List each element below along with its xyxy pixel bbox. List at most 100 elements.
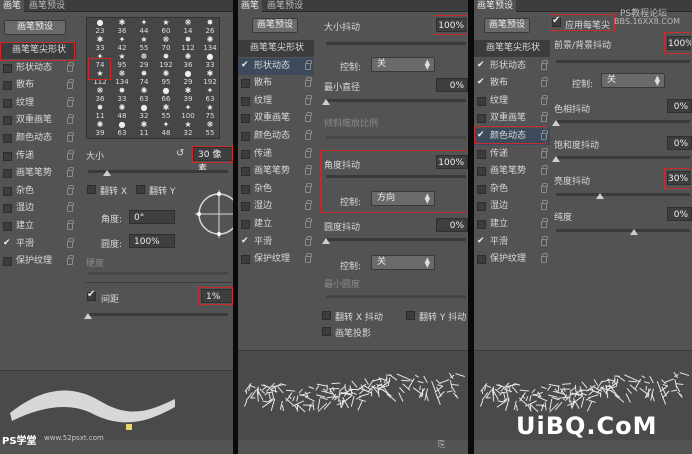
setting-checkbox[interactable] [241, 79, 250, 89]
saturation-jitter-input[interactable]: 0% [667, 136, 692, 150]
roundness-jitter-thumb[interactable] [322, 238, 330, 244]
brush-setting-item[interactable]: 散布 [238, 75, 314, 92]
brush-setting-item[interactable]: 形状动态 [0, 60, 76, 77]
lock-icon[interactable] [67, 184, 74, 195]
lock-icon[interactable] [541, 218, 548, 228]
setting-checkbox[interactable] [477, 184, 486, 194]
brush-presets-button[interactable]: 画笔预设 [484, 18, 530, 33]
setting-checkbox[interactable] [241, 149, 250, 159]
hue-jitter-slider[interactable] [556, 120, 690, 123]
setting-checkbox[interactable]: ✔ [477, 236, 486, 247]
brush-setting-item[interactable]: 杂色 [474, 181, 550, 198]
brush-tip-cell[interactable]: ✦ 63 [197, 86, 219, 103]
setting-checkbox[interactable] [241, 202, 250, 212]
setting-checkbox[interactable] [3, 151, 12, 161]
spacing-slider-thumb[interactable] [84, 313, 92, 319]
lock-icon[interactable] [305, 218, 312, 228]
flip-y-checkbox[interactable] [136, 185, 145, 194]
brush-setting-item[interactable]: 双重画笔 [0, 112, 76, 129]
size-control-select[interactable]: 关 ▲ ▼ [371, 57, 435, 72]
lock-icon[interactable] [541, 147, 548, 158]
setting-checkbox[interactable]: ✔ [241, 236, 250, 247]
roundness-jitter-input[interactable]: 0% [436, 218, 468, 232]
lock-icon[interactable] [67, 79, 74, 90]
setting-checkbox[interactable] [477, 202, 486, 212]
brush-tip-cell[interactable]: ● 33 [197, 52, 219, 69]
tab-brush-presets[interactable]: 画笔预设 [26, 0, 68, 12]
brush-setting-item[interactable]: 双重画笔 [238, 110, 314, 127]
setting-checkbox[interactable] [477, 114, 486, 124]
setting-checkbox[interactable] [3, 186, 12, 196]
lock-icon[interactable] [305, 94, 312, 105]
tab-brush[interactable]: 画笔 [0, 0, 25, 12]
brush-setting-item[interactable]: 双重画笔 [474, 110, 550, 127]
brush-setting-item[interactable]: ✔ 平滑 [0, 236, 76, 253]
brush-setting-item[interactable]: 传递 [474, 146, 550, 163]
size-slider-thumb[interactable] [103, 170, 111, 176]
min-diameter-slider[interactable] [326, 99, 466, 102]
brush-setting-item[interactable]: 湿边 [474, 198, 550, 215]
setting-checkbox[interactable] [241, 184, 250, 194]
setting-checkbox[interactable] [477, 220, 486, 229]
purity-slider[interactable] [556, 229, 690, 232]
brush-tip-cell[interactable]: ✺ 134 [197, 35, 219, 52]
setting-checkbox[interactable]: ✔ [477, 78, 486, 88]
fg-bg-control-select[interactable]: 关 ▲ ▼ [601, 73, 665, 88]
roundness-jitter-slider[interactable] [326, 238, 466, 241]
lock-icon[interactable] [67, 255, 74, 266]
setting-checkbox[interactable] [241, 255, 250, 265]
brush-presets-button[interactable]: 画笔预设 [4, 20, 66, 35]
setting-checkbox[interactable]: ✔ [3, 238, 12, 249]
brightness-jitter-thumb[interactable] [596, 193, 604, 199]
setting-checkbox[interactable] [241, 114, 250, 124]
lock-icon[interactable] [541, 112, 548, 123]
tab-brush[interactable]: 画笔 [238, 0, 263, 12]
hue-jitter-input[interactable]: 0% [667, 99, 692, 113]
brush-setting-item[interactable]: ✔ 平滑 [474, 234, 550, 251]
brush-setting-item[interactable]: ✔ 平滑 [238, 234, 314, 251]
roundness-input[interactable]: 100% [129, 234, 175, 248]
lock-icon[interactable] [305, 235, 312, 246]
lock-icon[interactable] [541, 59, 548, 70]
lock-icon[interactable] [305, 165, 312, 176]
brush-setting-item[interactable]: ✔ 散布 [474, 75, 550, 92]
brush-setting-item[interactable]: 保护纹理 [0, 253, 76, 270]
setting-checkbox[interactable]: ✔ [477, 60, 486, 71]
brush-setting-item[interactable]: 画笔笔尖形状 [474, 40, 550, 57]
lock-icon[interactable] [67, 167, 74, 178]
brush-setting-item[interactable]: 传递 [238, 146, 314, 163]
brush-setting-item[interactable]: 纹理 [238, 93, 314, 110]
hue-jitter-thumb[interactable] [552, 120, 560, 126]
size-jitter-slider[interactable] [326, 42, 466, 45]
setting-checkbox[interactable] [477, 149, 486, 159]
brush-setting-item[interactable]: 湿边 [0, 200, 76, 217]
setting-checkbox[interactable] [3, 134, 12, 143]
brush-setting-item[interactable]: 建立 [0, 218, 76, 235]
flip-y-jitter-checkbox[interactable] [406, 311, 415, 320]
lock-icon[interactable] [305, 59, 312, 70]
angle-control-select[interactable]: 方向 ▲ ▼ [371, 191, 435, 206]
brush-setting-item[interactable]: 建立 [238, 216, 314, 233]
brush-tip-cell[interactable]: ✱ 192 [197, 69, 219, 86]
brush-setting-item[interactable]: 散布 [0, 77, 76, 94]
brush-setting-item[interactable]: 传递 [0, 148, 76, 165]
resize-handle-icon[interactable] [126, 424, 132, 430]
roundness-control-select[interactable]: 关 ▲ ▼ [371, 255, 435, 270]
lock-icon[interactable] [305, 130, 312, 140]
setting-checkbox[interactable] [241, 220, 250, 229]
saturation-jitter-thumb[interactable] [552, 156, 560, 162]
setting-checkbox[interactable] [3, 81, 12, 91]
spacing-slider[interactable] [88, 313, 228, 316]
lock-icon[interactable] [67, 202, 74, 213]
brush-setting-item[interactable]: 颜色动态 [238, 128, 314, 145]
brush-setting-item[interactable]: 画笔笔尖形状 [238, 40, 314, 57]
lock-icon[interactable] [541, 165, 548, 176]
setting-checkbox[interactable] [3, 98, 12, 108]
lock-icon[interactable] [305, 147, 312, 158]
brush-setting-item[interactable]: ✔ 形状动态 [474, 58, 550, 75]
brush-projection-checkbox[interactable] [322, 327, 331, 336]
lock-icon[interactable] [67, 114, 74, 125]
setting-checkbox[interactable] [477, 255, 486, 265]
lock-icon[interactable] [541, 94, 548, 105]
brush-setting-item[interactable]: 湿边 [238, 198, 314, 215]
